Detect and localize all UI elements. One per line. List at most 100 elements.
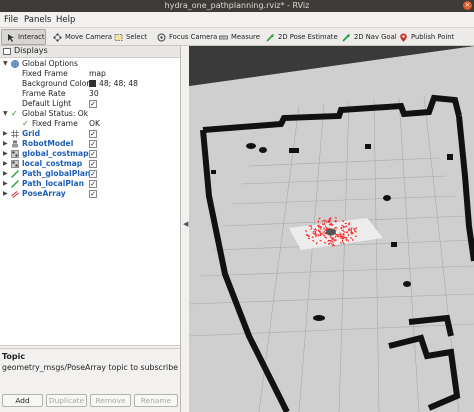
expand-arrow-icon[interactable]: ▶ xyxy=(3,189,8,199)
tool-label: Select xyxy=(126,33,147,41)
expand-arrow-icon[interactable]: ▼ xyxy=(3,59,8,69)
tree-label: Global Options xyxy=(22,59,78,68)
tool-label: 2D Nav Goal xyxy=(354,33,397,41)
expand-arrow-icon[interactable]: ▶ xyxy=(3,159,8,169)
default-light-checkbox[interactable]: ✓ xyxy=(89,100,97,108)
display-enabled-checkbox[interactable]: ✓ xyxy=(89,140,97,148)
tool-measure[interactable]: Measure xyxy=(215,29,264,45)
measure-icon xyxy=(219,33,228,42)
tree-row-status-fixed-frame[interactable]: ✓ Fixed Frame OK xyxy=(0,119,180,129)
status-fixed-frame-value: OK xyxy=(89,119,100,128)
tree-label: Fixed Frame xyxy=(22,69,68,78)
focus-camera-icon xyxy=(157,33,166,42)
display-enabled-checkbox[interactable]: ✓ xyxy=(89,190,97,198)
tool-move-camera[interactable]: Move Camera xyxy=(49,29,116,45)
fixed-frame-value[interactable]: map xyxy=(89,69,106,79)
tool-select[interactable]: Select xyxy=(110,29,151,45)
display-row-path-localplan[interactable]: ▶ Path_localPlan ✓ xyxy=(0,179,180,189)
expand-arrow-icon[interactable]: ▶ xyxy=(3,149,8,159)
expand-arrow-icon[interactable]: ▼ xyxy=(3,109,8,119)
displays-tree[interactable]: ▼ Global Options Fixed Frame map Backgro… xyxy=(0,58,180,346)
display-enabled-checkbox[interactable]: ✓ xyxy=(89,180,97,188)
property-description: Topic geometry_msgs/PoseArray topic to s… xyxy=(0,348,191,392)
particle xyxy=(341,239,344,243)
tree-row-global-options[interactable]: ▼ Global Options xyxy=(0,59,180,69)
tree-label: Background Color xyxy=(22,79,90,88)
add-button[interactable]: Add xyxy=(2,394,43,407)
publish-point-icon xyxy=(399,33,408,42)
tool-bar: Interact Move Camera Select Focus Camera… xyxy=(0,28,474,46)
tool-publish-point[interactable]: Publish Point xyxy=(395,29,458,45)
pose-estimate-icon xyxy=(266,33,275,42)
tool-focus-camera[interactable]: Focus Camera xyxy=(153,29,221,45)
status-ok-icon: ✓ xyxy=(11,109,18,118)
pose-array-icon xyxy=(11,190,19,198)
display-row-global-costmap[interactable]: ▶ global_costmap ✓ xyxy=(0,149,180,159)
particle xyxy=(334,220,337,223)
color-swatch xyxy=(89,80,96,87)
tree-row-fixed-frame[interactable]: Fixed Frame map xyxy=(0,69,180,79)
display-enabled-checkbox[interactable]: ✓ xyxy=(89,130,97,138)
tree-row-frame-rate[interactable]: Frame Rate 30 xyxy=(0,89,180,99)
display-name: Path_localPlan xyxy=(22,179,85,188)
display-enabled-checkbox[interactable]: ✓ xyxy=(89,150,97,158)
duplicate-button[interactable]: Duplicate xyxy=(46,394,87,407)
tree-row-background-color[interactable]: Background Color 48; 48; 48 xyxy=(0,79,180,89)
display-row-grid[interactable]: ▶ Grid ✓ xyxy=(0,129,180,139)
tool-label: 2D Pose Estimate xyxy=(278,33,338,41)
display-name: global_costmap xyxy=(22,149,89,158)
particle xyxy=(332,244,334,247)
tool-pose-estimate[interactable]: 2D Pose Estimate xyxy=(262,29,342,45)
frame-rate-value[interactable]: 30 xyxy=(89,89,99,99)
window-close-button[interactable]: × xyxy=(463,1,472,10)
displays-panel-icon xyxy=(3,48,11,55)
expand-arrow-icon[interactable]: ▶ xyxy=(3,179,8,189)
robot-model-icon xyxy=(11,140,19,148)
particle xyxy=(326,227,329,230)
rename-button[interactable]: Rename xyxy=(134,394,178,407)
tree-label: Frame Rate xyxy=(22,89,66,98)
map-icon xyxy=(11,150,19,158)
display-enabled-checkbox[interactable]: ✓ xyxy=(89,160,97,168)
display-name: Path_globalPlan xyxy=(22,169,91,178)
particle xyxy=(312,231,316,233)
particle xyxy=(323,227,325,230)
status-ok-icon: ✓ xyxy=(22,119,29,128)
display-name: RobotModel xyxy=(22,139,74,148)
window-titlebar: hydra_one_pathplanning.rviz* - RViz × xyxy=(0,0,474,12)
tree-label: Global Status: Ok xyxy=(22,109,89,118)
display-enabled-checkbox[interactable]: ✓ xyxy=(89,170,97,178)
menu-panels[interactable]: Panels xyxy=(24,15,51,25)
expand-arrow-icon[interactable]: ▶ xyxy=(3,129,8,139)
display-row-local-costmap[interactable]: ▶ local_costmap ✓ xyxy=(0,159,180,169)
background-color-value[interactable]: 48; 48; 48 xyxy=(89,79,138,89)
map-icon xyxy=(11,160,19,168)
tool-nav-goal[interactable]: 2D Nav Goal xyxy=(338,29,401,45)
display-row-path-globalplan[interactable]: ▶ Path_globalPlan ✓ xyxy=(0,169,180,179)
nav-goal-icon xyxy=(342,33,351,42)
tool-interact[interactable]: Interact xyxy=(1,29,46,45)
particle xyxy=(315,234,317,238)
select-icon xyxy=(114,33,123,42)
display-name: local_costmap xyxy=(22,159,83,168)
tree-row-default-light[interactable]: Default Light ✓ xyxy=(0,99,180,109)
tree-row-global-status[interactable]: ▼ ✓ Global Status: Ok xyxy=(0,109,180,119)
displays-panel-title: Displays xyxy=(14,46,48,55)
grid-icon xyxy=(11,130,19,138)
tool-label: Focus Camera xyxy=(169,33,218,41)
menu-help[interactable]: Help xyxy=(56,15,75,25)
display-row-robotmodel[interactable]: ▶ RobotModel ✓ xyxy=(0,139,180,149)
particle xyxy=(329,217,332,219)
move-camera-icon xyxy=(53,32,62,42)
collapse-arrow-icon[interactable]: ◀ xyxy=(183,220,188,228)
remove-button[interactable]: Remove xyxy=(90,394,131,407)
expand-arrow-icon[interactable]: ▶ xyxy=(3,139,8,149)
render-viewport[interactable] xyxy=(189,46,474,412)
robot-marker xyxy=(326,228,336,236)
menu-file[interactable]: File xyxy=(4,15,18,25)
panel-splitter[interactable]: ◀ xyxy=(181,46,189,412)
path-icon xyxy=(11,170,19,178)
menu-bar: File Panels Help xyxy=(0,12,474,28)
expand-arrow-icon[interactable]: ▶ xyxy=(3,169,8,179)
display-row-posearray[interactable]: ▶ PoseArray ✓ xyxy=(0,189,180,199)
